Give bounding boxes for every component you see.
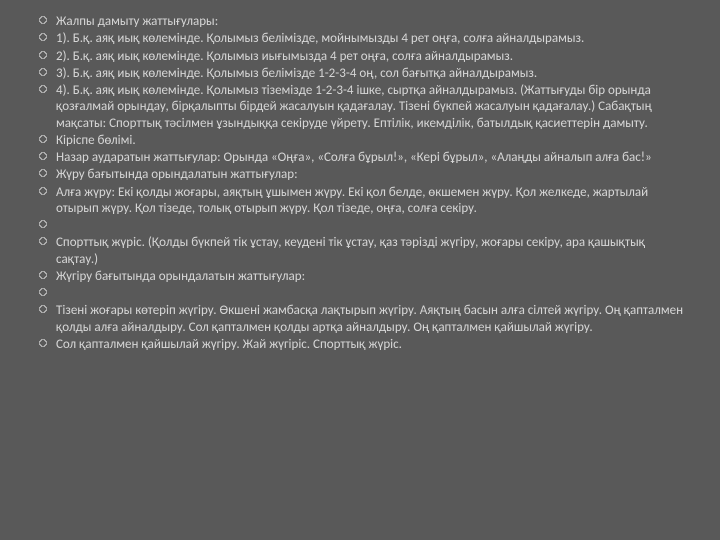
bullet-item: Кіріспе бөлімі. [42, 133, 690, 149]
diamond-bullet-icon [39, 152, 47, 160]
bullet-list: Жалпы дамыту жаттығулары:1). Б.қ. аяқ иы… [42, 14, 690, 353]
bullet-item: Назар аударатын жаттығулар: Орында «Оңға… [42, 150, 690, 166]
diamond-bullet-icon [39, 135, 47, 143]
diamond-bullet-icon [39, 305, 47, 313]
bullet-text: Жүгіру бағытында орындалатын жаттығулар: [56, 269, 690, 285]
bullet-text: Сол қапталмен қайшылай жүгіру. Жай жүгір… [56, 337, 690, 353]
diamond-bullet-icon [39, 85, 47, 93]
diamond-bullet-icon [39, 169, 47, 177]
diamond-bullet-icon [39, 271, 47, 279]
diamond-bullet-icon [39, 220, 47, 228]
bullet-text: 3). Б.қ. аяқ иық көлемінде. Қолымыз белі… [56, 66, 690, 82]
diamond-bullet-icon [39, 33, 47, 41]
bullet-text [56, 286, 690, 302]
bullet-text: Жалпы дамыту жаттығулары: [56, 14, 690, 30]
bullet-item: Сол қапталмен қайшылай жүгіру. Жай жүгір… [42, 337, 690, 353]
bullet-item: Жалпы дамыту жаттығулары: [42, 14, 690, 30]
diamond-bullet-icon [39, 237, 47, 245]
bullet-item: 1). Б.қ. аяқ иық көлемінде. Қолымыз белі… [42, 31, 690, 47]
bullet-text: 4). Б.қ. аяқ иық көлемінде. Қолымыз тізе… [56, 83, 690, 132]
bullet-item: 4). Б.қ. аяқ иық көлемінде. Қолымыз тізе… [42, 83, 690, 132]
bullet-item [42, 286, 690, 302]
diamond-bullet-icon [39, 16, 47, 24]
bullet-text: Алға жүру: Екі қолды жоғары, аяқтың ұшым… [56, 185, 690, 218]
bullet-item: Алға жүру: Екі қолды жоғары, аяқтың ұшым… [42, 185, 690, 218]
diamond-bullet-icon [39, 288, 47, 296]
bullet-text: 2). Б.қ. аяқ иық көлемінде. Қолымыз иығы… [56, 49, 690, 65]
diamond-bullet-icon [39, 339, 47, 347]
bullet-item: Жүгіру бағытында орындалатын жаттығулар: [42, 269, 690, 285]
bullet-text: 1). Б.қ. аяқ иық көлемінде. Қолымыз белі… [56, 31, 690, 47]
bullet-text [56, 218, 690, 234]
bullet-text: Жүру бағытында орындалатын жаттығулар: [56, 167, 690, 183]
bullet-text: Кіріспе бөлімі. [56, 133, 690, 149]
bullet-item: 2). Б.қ. аяқ иық көлемінде. Қолымыз иығы… [42, 49, 690, 65]
bullet-text: Спорттық жүріс. (Қолды бүкпей тік ұстау,… [56, 235, 690, 268]
diamond-bullet-icon [39, 51, 47, 59]
diamond-bullet-icon [39, 68, 47, 76]
bullet-item: 3). Б.қ. аяқ иық көлемінде. Қолымыз белі… [42, 66, 690, 82]
bullet-item: Спорттық жүріс. (Қолды бүкпей тік ұстау,… [42, 235, 690, 268]
bullet-item: Жүру бағытында орындалатын жаттығулар: [42, 167, 690, 183]
bullet-item: Тізені жоғары көтеріп жүгіру. Өкшені жам… [42, 303, 690, 336]
bullet-text: Назар аударатын жаттығулар: Орында «Оңға… [56, 150, 690, 166]
diamond-bullet-icon [39, 187, 47, 195]
bullet-item [42, 218, 690, 234]
bullet-text: Тізені жоғары көтеріп жүгіру. Өкшені жам… [56, 303, 690, 336]
